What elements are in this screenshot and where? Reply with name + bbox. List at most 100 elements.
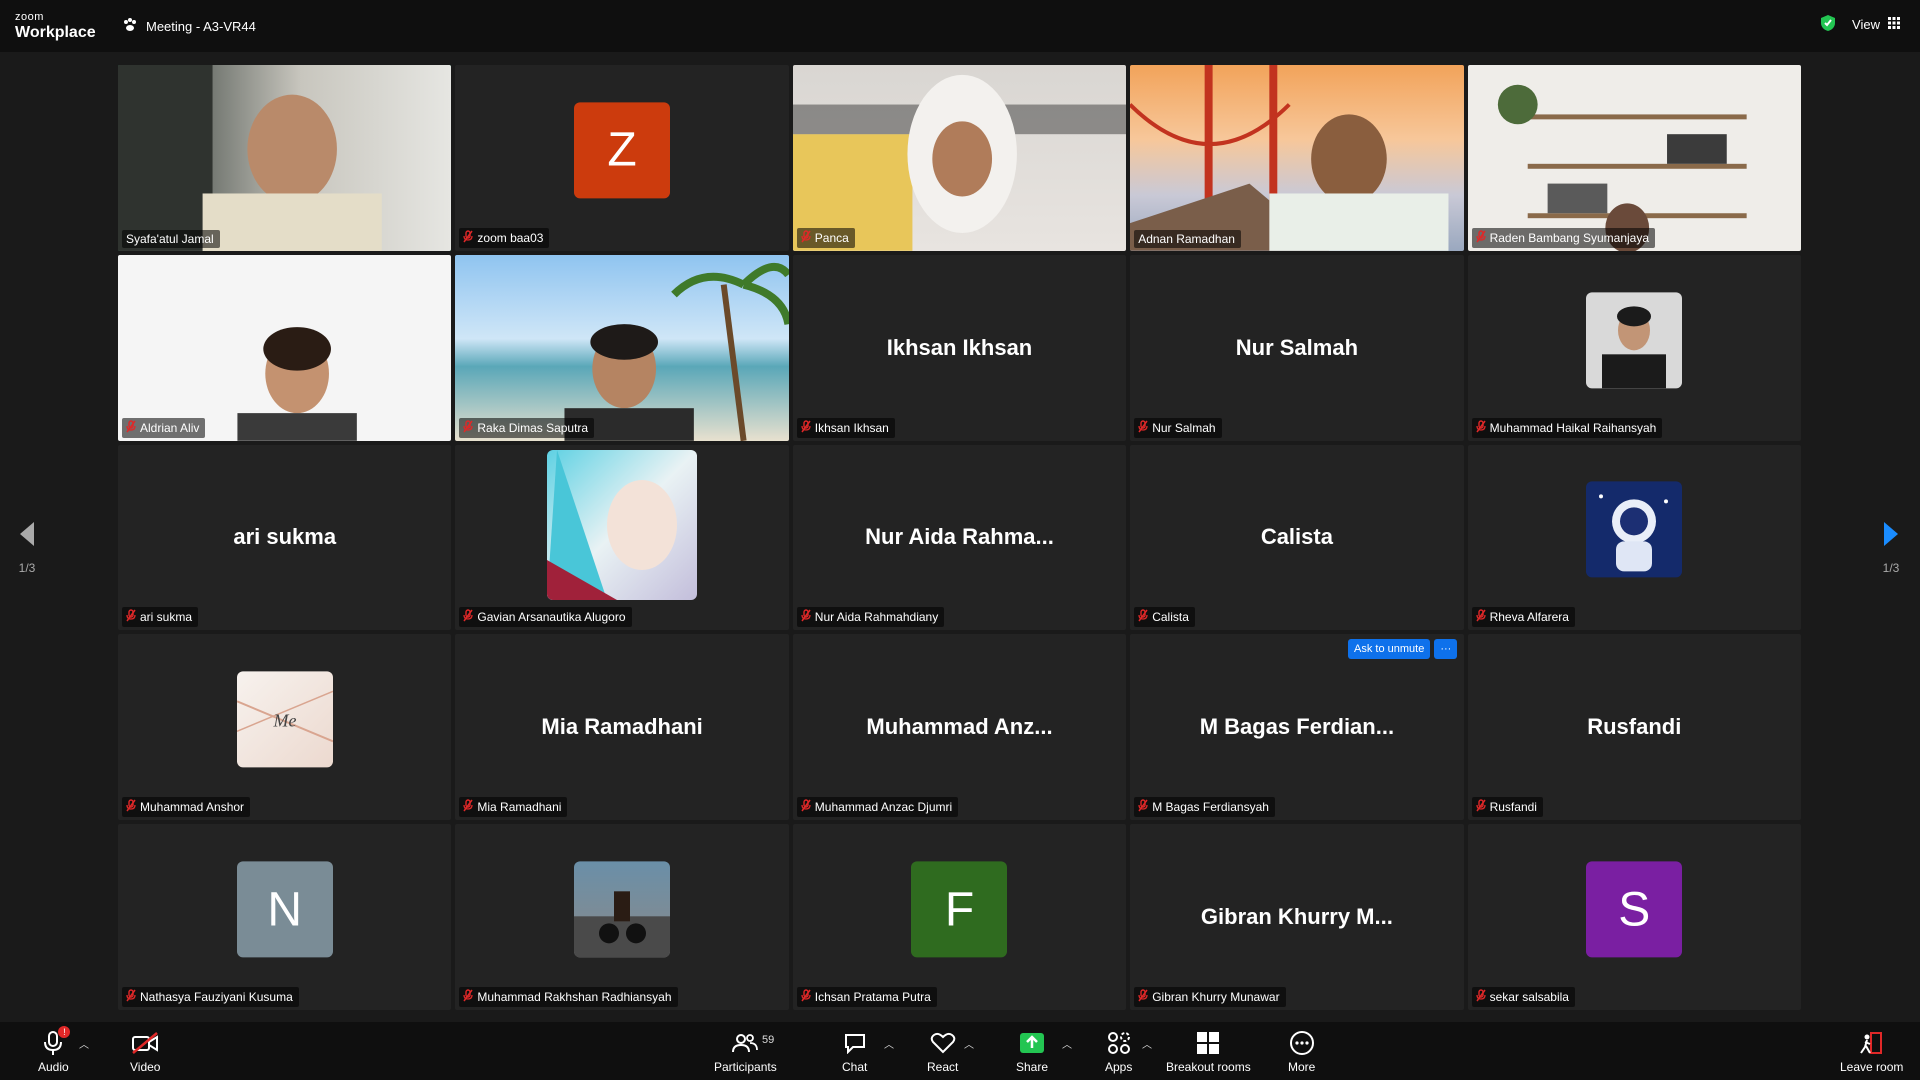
participant-tile[interactable]: Rheva Alfarera: [1467, 444, 1801, 631]
participant-name-label: Panca: [796, 227, 855, 248]
mic-muted-icon: [463, 419, 474, 436]
chat-options-caret-icon[interactable]: ︿: [884, 1036, 894, 1051]
participant-name-label: Adnan Ramadhan: [1134, 229, 1241, 248]
avatar: [547, 450, 698, 601]
participant-tile[interactable]: Muhammad Haikal Raihansyah: [1467, 254, 1801, 441]
participant-tile[interactable]: Rusfandi Rusfandi: [1467, 634, 1801, 821]
participant-name: Aldrian Aliv: [140, 420, 200, 435]
participant-tile[interactable]: Calista Calista: [1130, 444, 1464, 631]
react-options-caret-icon[interactable]: ︿: [964, 1036, 974, 1051]
mic-muted-icon: [801, 989, 811, 1005]
brand-small: zoom: [15, 11, 44, 23]
grid-icon: [1888, 17, 1900, 32]
participant-tile[interactable]: F Ichsan Pratama Putra: [792, 824, 1127, 1010]
participant-name-label: Syafa'atul Jamal: [122, 229, 220, 248]
participant-tile[interactable]: M Bagas Ferdian... M Bagas Ferdiansyah: [1130, 634, 1464, 821]
participant-display-name: Mia Ramadhani: [541, 714, 703, 740]
participant-tile[interactable]: Aldrian Aliv: [118, 254, 452, 441]
avatar-letter: N: [267, 882, 303, 936]
participant-name-label: Calista: [1134, 607, 1195, 628]
participant-tile[interactable]: Gavian Arsanautika Alugoro: [455, 444, 789, 631]
participant-video: [1130, 65, 1464, 251]
participant-tile[interactable]: Nur Salmah Nur Salmah: [1130, 254, 1464, 441]
page-prev[interactable]: 1/3: [18, 520, 36, 575]
mic-warning-badge: !: [58, 1026, 71, 1038]
participant-tile[interactable]: N Nathasya Fauziyani Kusuma: [118, 824, 452, 1010]
mic-muted-icon: [1138, 609, 1148, 625]
react-label: React: [927, 1060, 959, 1074]
mic-muted-icon: [1475, 989, 1486, 1005]
view-label: View: [1852, 17, 1880, 32]
participant-display-name: Muhammad Anz...: [866, 714, 1053, 740]
avatar-letter: Z: [607, 123, 637, 177]
participant-tile[interactable]: Me Muhammad Anshor: [118, 634, 452, 821]
participant-name: Muhammad Rakhshan Radhiansyah: [477, 990, 672, 1004]
share-button[interactable]: Share: [1016, 1030, 1048, 1074]
avatar: F: [911, 861, 1008, 958]
avatar: [574, 861, 671, 958]
breakout-rooms-button[interactable]: Breakout rooms: [1166, 1030, 1251, 1074]
participant-tile[interactable]: Panca: [792, 65, 1127, 251]
participants-count: 59: [762, 1034, 775, 1046]
participant-tile[interactable]: Mia Ramadhani Mia Ramadhani: [455, 634, 789, 821]
participant-name-label: Raka Dimas Saputra: [459, 417, 595, 438]
breakout-rooms-label: Breakout rooms: [1166, 1060, 1251, 1074]
participant-name-label: Ikhsan Ikhsan: [796, 417, 895, 438]
video-button[interactable]: Video: [130, 1030, 160, 1074]
participants-icon: [732, 1030, 759, 1056]
shield-icon[interactable]: [1820, 14, 1836, 35]
avatar-letter: S: [1618, 882, 1651, 936]
breakout-rooms-icon: [1196, 1030, 1220, 1056]
participant-tile[interactable]: Z zoom baa03: [455, 65, 789, 251]
audio-button[interactable]: ! Audio: [38, 1026, 71, 1074]
chat-label: Chat: [842, 1060, 868, 1074]
chat-button[interactable]: Chat: [842, 1030, 867, 1074]
apps-options-caret-icon[interactable]: ︿: [1142, 1036, 1152, 1051]
participant-video: [1467, 65, 1801, 251]
participant-tile[interactable]: Ikhsan Ikhsan Ikhsan Ikhsan: [792, 254, 1127, 441]
participant-name: Raden Bambang Syumanjaya: [1489, 230, 1650, 245]
meeting-info[interactable]: Meeting - A3-VR44: [122, 17, 256, 36]
mic-muted-icon: [126, 799, 136, 815]
meeting-title: Meeting - A3-VR44: [146, 19, 256, 34]
participant-tile[interactable]: Nur Aida Rahma... Nur Aida Rahmahdiany: [792, 444, 1127, 631]
participant-tile[interactable]: Syafa'atul Jamal: [118, 65, 452, 251]
share-options-caret-icon[interactable]: ︿: [1062, 1036, 1072, 1051]
page-next[interactable]: 1/3: [1882, 520, 1900, 575]
participant-display-name: Ikhsan Ikhsan: [886, 334, 1033, 360]
participant-tile[interactable]: Raden Bambang Syumanjaya: [1467, 65, 1801, 251]
mic-muted-icon: [1138, 799, 1148, 815]
participant-name: Nathasya Fauziyani Kusuma: [140, 990, 293, 1004]
mic-muted-icon: [1475, 230, 1486, 246]
participant-name-label: Muhammad Anzac Djumri: [796, 797, 959, 818]
participant-name-label: Gavian Arsanautika Alugoro: [459, 607, 632, 628]
participant-video: [118, 65, 452, 251]
participant-tile[interactable]: Gibran Khurry M... Gibran Khurry Munawar: [1130, 824, 1464, 1010]
participant-tile[interactable]: S sekar salsabila: [1467, 824, 1801, 1010]
mic-muted-icon: [801, 419, 811, 436]
leave-room-button[interactable]: Leave room: [1840, 1030, 1903, 1074]
participant-tile[interactable]: Adnan Ramadhan: [1130, 65, 1464, 251]
apps-button[interactable]: Apps: [1105, 1030, 1132, 1074]
participant-display-name: Nur Aida Rahma...: [865, 524, 1054, 550]
more-button[interactable]: More: [1288, 1030, 1315, 1074]
ask-to-unmute-button[interactable]: Ask to unmute: [1348, 639, 1431, 659]
participant-name: Adnan Ramadhan: [1138, 231, 1235, 246]
participant-name-label: Muhammad Rakhshan Radhiansyah: [459, 987, 678, 1007]
chevron-left-icon: [18, 520, 36, 551]
participant-tile[interactable]: Muhammad Rakhshan Radhiansyah: [455, 824, 789, 1010]
mic-muted-icon: [1475, 419, 1486, 436]
view-button[interactable]: View: [1852, 17, 1900, 32]
more-label: More: [1288, 1060, 1316, 1074]
participant-tile[interactable]: Raka Dimas Saputra: [455, 254, 789, 441]
audio-options-caret-icon[interactable]: ︿: [79, 1036, 89, 1051]
more-options-button[interactable]: ···: [1434, 639, 1458, 659]
participant-name: sekar salsabila: [1489, 990, 1569, 1004]
react-button[interactable]: React: [927, 1030, 958, 1074]
participant-name: M Bagas Ferdiansyah: [1152, 800, 1269, 815]
avatar: S: [1586, 861, 1683, 958]
participant-tile[interactable]: Muhammad Anz... Muhammad Anzac Djumri: [792, 634, 1127, 821]
avatar: N: [236, 861, 333, 958]
participant-tile[interactable]: ari sukma ari sukma: [118, 444, 452, 631]
participant-name: Mia Ramadhani: [477, 800, 562, 815]
